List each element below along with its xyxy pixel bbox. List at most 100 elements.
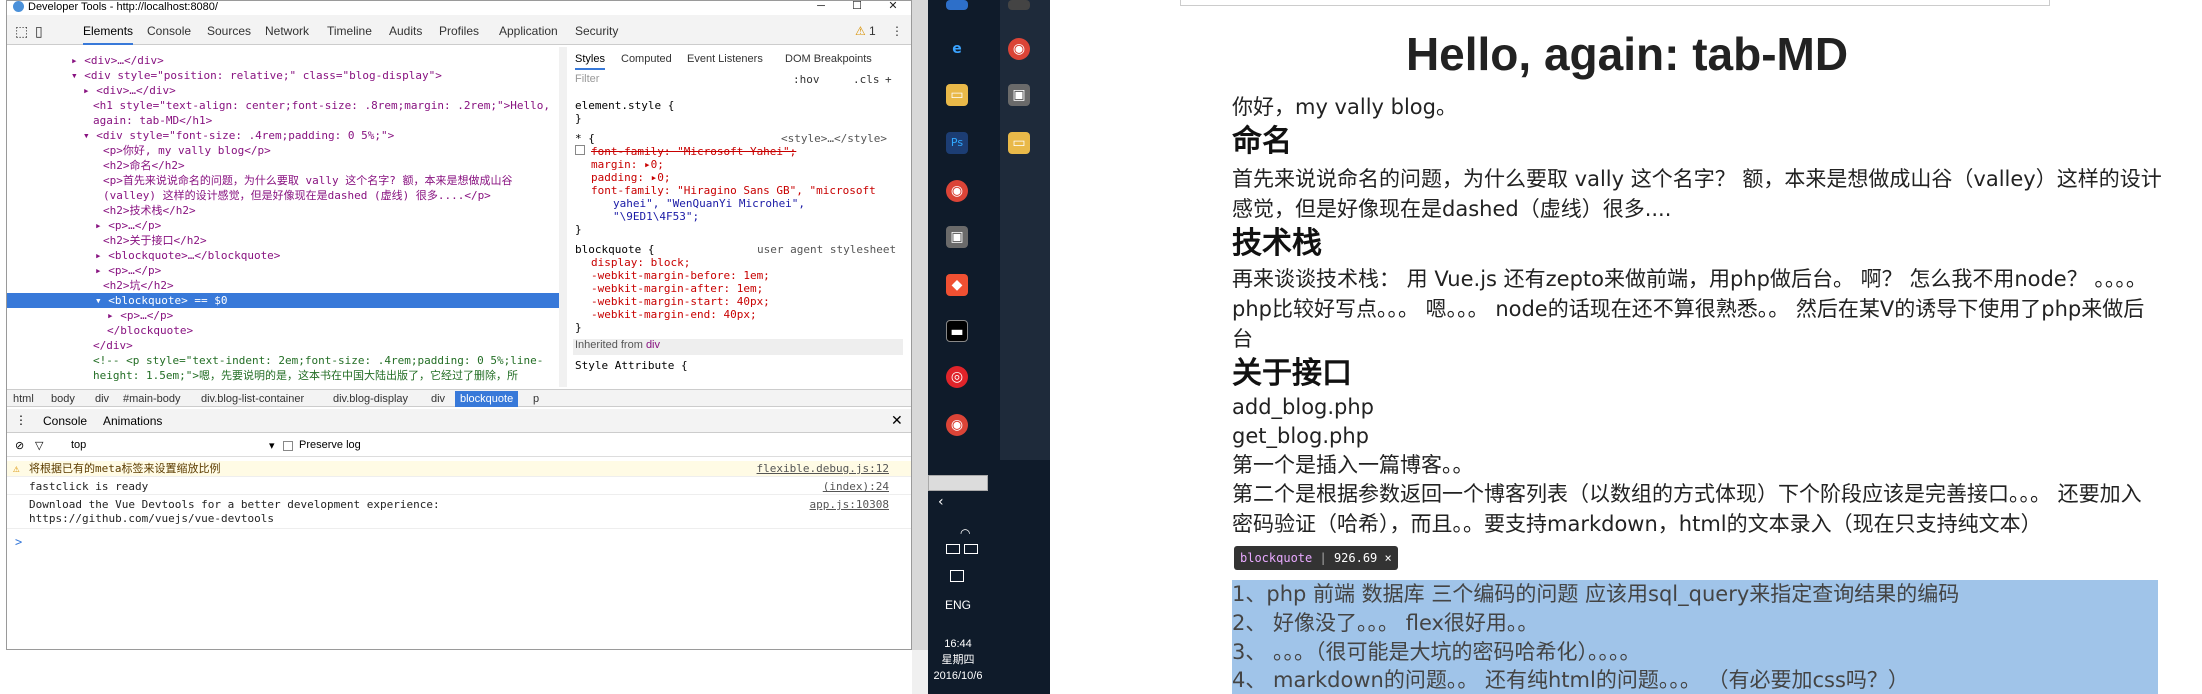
breadcrumb-item[interactable]: #main-body [123, 391, 180, 407]
dom-node[interactable]: ▾ <div style="font-size: .4rem;padding: … [83, 128, 394, 143]
music-icon[interactable]: ◎ [946, 366, 968, 388]
tab-event-listeners[interactable]: Event Listeners [687, 53, 763, 65]
dom-node-selected[interactable]: ▾ <blockquote> == $0 [7, 293, 559, 308]
dom-node[interactable]: <h2>坑</h2> [103, 278, 174, 293]
style-property[interactable]: font-family: "Microsoft Yahei"; [591, 145, 796, 158]
maximize-icon[interactable]: ☐ [839, 1, 875, 13]
dom-node[interactable]: <h1 style="text-align: center;font-size:… [93, 98, 550, 113]
tab-application[interactable]: Application [499, 24, 558, 38]
close-drawer-icon[interactable]: ✕ [891, 412, 903, 429]
tab-dom-breakpoints[interactable]: DOM Breakpoints [785, 53, 872, 65]
app-icon[interactable] [1008, 0, 1030, 10]
tab-security[interactable]: Security [575, 24, 618, 38]
console-source-link[interactable]: (index):24 [823, 480, 889, 494]
more-menu-icon[interactable]: ⋮ [891, 24, 903, 38]
style-property[interactable]: margin: ▸0; [591, 158, 664, 171]
clear-console-icon[interactable]: ⊘ [15, 439, 24, 452]
inherited-tag-link[interactable]: div [646, 339, 660, 351]
console-source-link[interactable]: app.js:10308 [810, 498, 889, 512]
breadcrumb-item[interactable]: div.blog-display [333, 391, 408, 407]
drawer-tab-console[interactable]: Console [43, 414, 87, 428]
breadcrumb-item[interactable]: body [51, 391, 75, 407]
dom-comment[interactable]: <!-- <p style="text-indent: 2em;font-siz… [93, 353, 543, 368]
network-icon[interactable]: ◠ [960, 526, 970, 540]
style-property[interactable]: yahei", "WenQuanYi Microhei", [613, 197, 805, 210]
tab-styles[interactable]: Styles [575, 53, 605, 70]
app-icon[interactable]: ▣ [946, 226, 968, 248]
language-indicator[interactable]: ENG [928, 598, 988, 612]
dom-node[interactable]: ▸ <p>…</p> [95, 218, 161, 233]
edge-icon[interactable]: e [946, 38, 968, 60]
cls-toggle[interactable]: .cls [853, 73, 880, 86]
dom-node[interactable]: ▸ <div>…</div> [71, 53, 164, 68]
drawer-tab-animations[interactable]: Animations [103, 414, 162, 428]
dom-node[interactable]: </blockquote> [107, 323, 193, 338]
tab-audits[interactable]: Audits [389, 24, 422, 38]
folder-icon[interactable]: ▭ [946, 84, 968, 106]
dom-node[interactable]: <p>你好, my vally blog</p> [103, 143, 271, 158]
dom-node[interactable]: ▸ <p>…</p> [107, 308, 173, 323]
dom-comment[interactable]: height: 1.5em;">嗯，先要说明的是，这本书在中国大陆出版了，它经过… [93, 368, 518, 383]
style-property[interactable]: "\9ED1\4F53"; [613, 210, 699, 223]
horizontal-scrollbar[interactable] [928, 475, 988, 491]
tab-elements[interactable]: Elements [83, 24, 134, 45]
photoshop-icon[interactable]: Ps [946, 132, 968, 154]
console-message-link[interactable]: https://github.com/vuejs/vue-devtools [29, 512, 274, 526]
add-rule-icon[interactable]: + [885, 73, 892, 86]
styles-filter-input[interactable]: Filter [575, 73, 599, 86]
style-property[interactable]: font-family: "Hiragino Sans GB", "micros… [591, 184, 876, 197]
dom-node[interactable]: (valley) 这样的设计感觉，但是好像现在是dashed (虚线) 很多..… [103, 188, 491, 203]
context-dropdown-icon[interactable]: ▾ [269, 439, 275, 452]
property-checkbox[interactable] [575, 145, 585, 155]
chrome-icon[interactable]: ◉ [946, 414, 968, 436]
chevron-left-icon[interactable]: ‹ [938, 494, 944, 510]
style-source-link[interactable]: <style>…</style> [781, 132, 887, 145]
dom-node[interactable]: </div> [93, 338, 133, 353]
dom-node[interactable]: <h2>关于接口</h2> [103, 233, 207, 248]
dom-node[interactable]: <h2>命名</h2> [103, 158, 185, 173]
tab-computed[interactable]: Computed [621, 53, 672, 65]
dom-node[interactable]: <p>首先来说说命名的问题，为什么要取 vally 这个名字? 额，本来是想做成… [103, 173, 512, 188]
folder-icon[interactable]: ▭ [1008, 132, 1030, 154]
app-icon[interactable]: ▣ [1008, 84, 1030, 106]
drawer-menu-icon[interactable]: ⋮ [15, 413, 27, 427]
breadcrumb-item[interactable]: p [533, 391, 539, 407]
terminal-icon[interactable]: ▬ [946, 320, 968, 342]
breadcrumb-item[interactable]: html [13, 391, 34, 407]
dom-node[interactable]: ▾ <div style="position: relative;" class… [71, 68, 442, 83]
chrome-icon[interactable]: ◉ [946, 180, 968, 202]
notification-icon[interactable] [950, 570, 964, 582]
tab-profiles[interactable]: Profiles [439, 24, 479, 38]
tray-icon[interactable] [946, 544, 960, 554]
dom-node[interactable]: ▸ <p>…</p> [95, 263, 161, 278]
breadcrumb-item[interactable]: div [431, 391, 445, 407]
tab-sources[interactable]: Sources [207, 24, 251, 38]
taskbar-clock[interactable]: 16:44 星期四 2016/10/6 [928, 636, 988, 684]
minimize-icon[interactable]: ─ [803, 1, 839, 13]
app-icon[interactable] [946, 0, 968, 10]
device-toolbar-icon[interactable]: ▯ [35, 23, 43, 40]
git-icon[interactable]: ◆ [946, 274, 968, 296]
preserve-log-checkbox[interactable] [283, 441, 293, 451]
breadcrumb-item[interactable]: div [95, 391, 109, 407]
warning-icon[interactable]: ⚠ [855, 24, 866, 38]
dom-node[interactable]: again: tab-MD</h1> [93, 113, 212, 128]
tab-timeline[interactable]: Timeline [327, 24, 372, 38]
tab-console[interactable]: Console [147, 24, 191, 38]
context-select[interactable]: top [71, 439, 86, 451]
dom-node[interactable]: <h2>技术栈</h2> [103, 203, 196, 218]
style-property[interactable]: padding: ▸0; [591, 171, 670, 184]
breadcrumb-item-selected[interactable]: blockquote [455, 391, 519, 407]
close-icon[interactable]: ✕ [875, 1, 911, 13]
filter-icon[interactable]: ▽ [35, 439, 43, 452]
dom-node[interactable]: ▸ <div>…</div> [83, 83, 176, 98]
console-source-link[interactable]: flexible.debug.js:12 [757, 462, 889, 476]
dom-tree-scrollbar[interactable] [559, 47, 567, 387]
chrome-icon[interactable]: ◉ [1008, 38, 1030, 60]
breadcrumb-item[interactable]: div.blog-list-container [201, 391, 304, 407]
hov-toggle[interactable]: :hov [793, 73, 820, 86]
dom-node[interactable]: ▸ <blockquote>…</blockquote> [95, 248, 280, 263]
inspect-icon[interactable]: ⬚ [15, 23, 28, 40]
tab-network[interactable]: Network [265, 24, 309, 38]
battery-icon[interactable] [964, 544, 978, 554]
